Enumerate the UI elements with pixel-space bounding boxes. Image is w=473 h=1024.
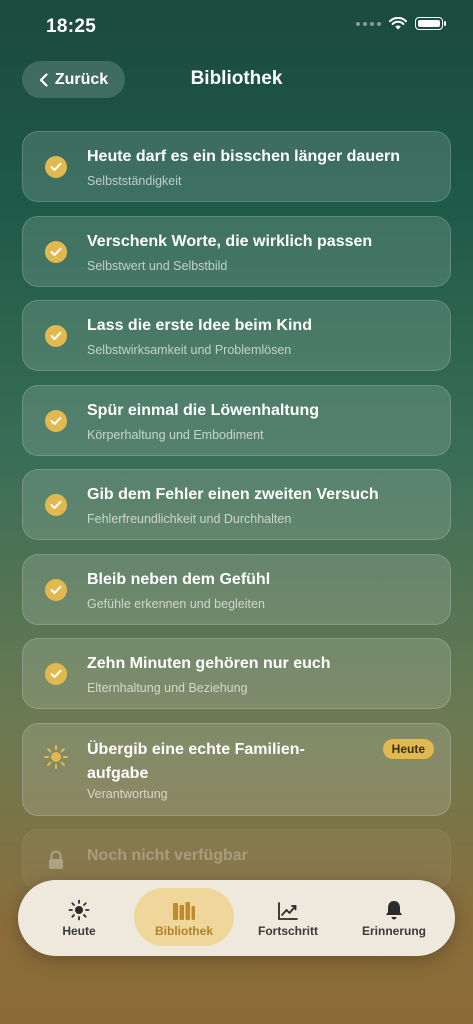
list-item-subtitle: Elternhaltung und Beziehung xyxy=(87,681,248,695)
list-item-subtitle: Selbstwert und Selbstbild xyxy=(87,258,228,273)
tab-fortschritt[interactable]: Fortschritt xyxy=(248,888,328,946)
today-badge: Heute xyxy=(382,738,434,759)
tab-erinnerung[interactable]: Erinnerung xyxy=(352,888,436,946)
list-item[interactable]: Lass die erste Idee beim Kind Selbstwirk… xyxy=(22,300,451,371)
check-icon xyxy=(45,240,67,263)
list-item[interactable]: Verschenk Worte, die wirklich passen Sel… xyxy=(22,215,451,287)
list-item-title: Zehn Minuten gehören nur euch xyxy=(87,655,331,672)
sun-icon xyxy=(68,899,90,920)
list-item-subtitle: Selbstwirksamkeit und Problemlösen xyxy=(87,343,292,357)
status-bar: 18:25 xyxy=(0,0,473,54)
check-icon xyxy=(45,156,67,178)
page-title: Bibliothek xyxy=(190,68,283,89)
chart-icon xyxy=(278,901,298,920)
list-item-today[interactable]: Übergib eine echte Familien-aufgabe Vera… xyxy=(22,722,451,816)
cellular-icon xyxy=(356,21,381,26)
wifi-icon xyxy=(389,17,407,30)
list-item[interactable]: Bleib neben dem Gefühl Gefühle erkennen … xyxy=(22,553,451,625)
status-time: 18:25 xyxy=(46,16,97,37)
tab-bibliothek[interactable]: Bibliothek xyxy=(134,888,234,946)
battery-icon xyxy=(415,17,446,30)
tab-label: Fortschritt xyxy=(258,923,318,938)
list-item-title: Übergib eine echte Familien-aufgabe xyxy=(87,740,305,782)
list-item-title: Lass die erste Idee beim Kind xyxy=(87,317,312,334)
tab-label: Erinnerung xyxy=(361,923,426,938)
check-icon xyxy=(45,325,67,347)
list-item-title: Noch nicht verfügbar xyxy=(87,847,248,864)
check-icon xyxy=(45,494,67,516)
books-icon xyxy=(173,901,195,920)
check-icon xyxy=(45,663,67,685)
check-icon xyxy=(45,578,67,601)
status-icons xyxy=(356,17,446,30)
sun-icon xyxy=(44,744,68,769)
bell-icon xyxy=(386,900,402,919)
list-item-title: Gib dem Fehler einen zweiten Versuch xyxy=(87,486,379,503)
tab-heute[interactable]: Heute xyxy=(42,888,116,946)
list-item[interactable]: Zehn Minuten gehören nur euch Elternhalt… xyxy=(22,638,451,709)
tab-bar: Heute Bibliothek Fortschritt Erinnerung xyxy=(18,880,455,956)
list-item-subtitle: Fehlerfreundlichkeit und Durchhalten xyxy=(87,512,292,526)
library-list: Heute darf es ein bisschen länger dauern… xyxy=(22,131,451,903)
list-item-title: Bleib neben dem Gefühl xyxy=(87,570,271,588)
list-item-title: Verschenk Worte, die wirklich passen xyxy=(87,232,373,250)
check-icon xyxy=(45,409,67,432)
list-item-subtitle: Selbstständigkeit xyxy=(87,174,182,188)
list-item-subtitle: Körperhaltung und Embodiment xyxy=(87,427,264,442)
list-item-subtitle: Verantwortung xyxy=(87,786,168,801)
list-item[interactable]: Spür einmal die Löwenhaltung Körperhaltu… xyxy=(22,384,451,456)
nav-bar: Zurück Bibliothek xyxy=(0,60,473,104)
list-item-title: Spür einmal die Löwenhaltung xyxy=(87,401,320,419)
list-item[interactable]: Gib dem Fehler einen zweiten Versuch Feh… xyxy=(22,469,451,540)
tab-label: Heute xyxy=(62,923,96,938)
list-item-title: Heute darf es ein bisschen länger dauern xyxy=(87,148,400,165)
lock-icon xyxy=(49,850,63,869)
tab-label: Bibliothek xyxy=(154,923,213,938)
list-item[interactable]: Heute darf es ein bisschen länger dauern… xyxy=(22,131,451,202)
list-item-subtitle: Gefühle erkennen und begleiten xyxy=(87,596,265,611)
